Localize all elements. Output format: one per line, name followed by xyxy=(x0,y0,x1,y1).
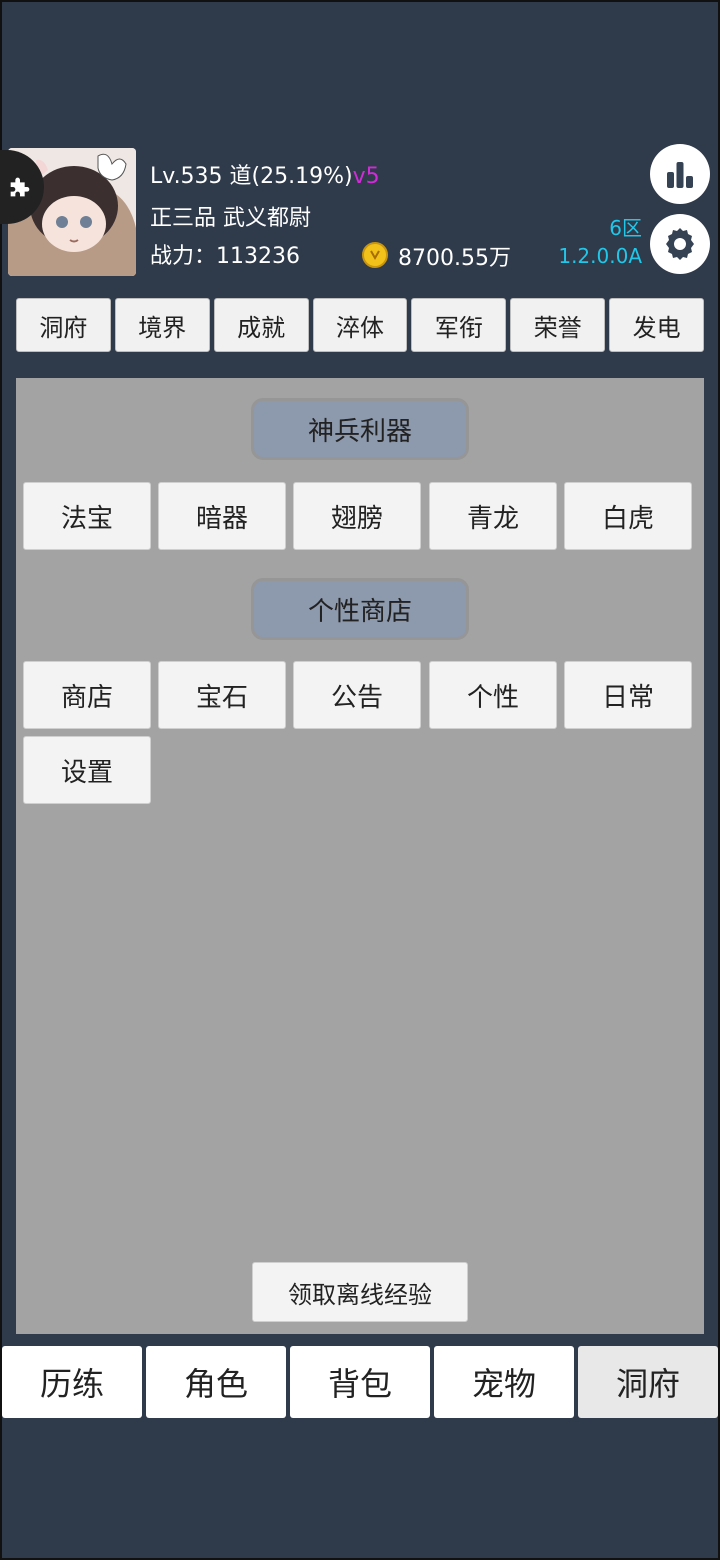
main-panel: 神兵利器 法宝 暗器 翅膀 青龙 白虎 个性商店 商店 宝石 公告 个性 日常 … xyxy=(16,378,704,1334)
settings-menu-button[interactable]: 设置 xyxy=(23,736,151,804)
baihu-button[interactable]: 白虎 xyxy=(564,482,692,550)
tab-cuiti[interactable]: 淬体 xyxy=(312,298,408,352)
tab-chengjiu[interactable]: 成就 xyxy=(213,298,309,352)
tab-dongfu[interactable]: 洞府 xyxy=(16,298,111,352)
section-title-weapons: 神兵利器 xyxy=(251,398,469,460)
personality-button[interactable]: 个性 xyxy=(429,661,557,729)
gear-icon xyxy=(666,228,694,260)
daily-button[interactable]: 日常 xyxy=(564,661,692,729)
nav-juese[interactable]: 角色 xyxy=(146,1346,286,1418)
server-zone: 6区 xyxy=(609,216,642,240)
chibang-button[interactable]: 翅膀 xyxy=(293,482,421,550)
qinglong-button[interactable]: 青龙 xyxy=(429,482,557,550)
puzzle-icon xyxy=(10,177,30,197)
nav-dongfu[interactable]: 洞府 xyxy=(578,1346,718,1418)
notice-button[interactable]: 公告 xyxy=(293,661,421,729)
tab-rongyu[interactable]: 荣誉 xyxy=(510,298,606,352)
bottom-nav: 历练 角色 背包 宠物 洞府 xyxy=(2,1346,718,1418)
tab-junxian[interactable]: 军衔 xyxy=(411,298,507,352)
gem-button[interactable]: 宝石 xyxy=(158,661,286,729)
vip-badge: v5 xyxy=(352,164,380,189)
bar-chart-icon xyxy=(667,162,693,188)
gold-coin-icon xyxy=(362,242,388,268)
settings-button[interactable] xyxy=(650,214,710,274)
rank-text: 正三品 武义都尉 xyxy=(150,206,311,231)
nav-lilian[interactable]: 历练 xyxy=(2,1346,142,1418)
level-text: Lv.535 道(25.19%) xyxy=(150,164,353,189)
anqi-button[interactable]: 暗器 xyxy=(158,482,286,550)
tab-jingjie[interactable]: 境界 xyxy=(114,298,210,352)
power-text: 战力：113236 xyxy=(150,244,300,269)
fabao-button[interactable]: 法宝 xyxy=(23,482,151,550)
version-text: 1.2.0.0A xyxy=(558,244,642,268)
ranking-button[interactable] xyxy=(650,144,710,204)
nav-chongwu[interactable]: 宠物 xyxy=(434,1346,574,1418)
tab-fadian[interactable]: 发电 xyxy=(609,298,705,352)
shop-button[interactable]: 商店 xyxy=(23,661,151,729)
level-line: Lv.535 道(25.19%)v5 xyxy=(150,158,380,190)
claim-offline-exp-button[interactable]: 领取离线经验 xyxy=(252,1262,468,1322)
top-tabs: 洞府 境界 成就 淬体 军衔 荣誉 发电 xyxy=(16,298,705,352)
gold-amount: 8700.55万 xyxy=(398,246,511,271)
section-title-shop: 个性商店 xyxy=(251,578,469,640)
nav-beibao[interactable]: 背包 xyxy=(290,1346,430,1418)
